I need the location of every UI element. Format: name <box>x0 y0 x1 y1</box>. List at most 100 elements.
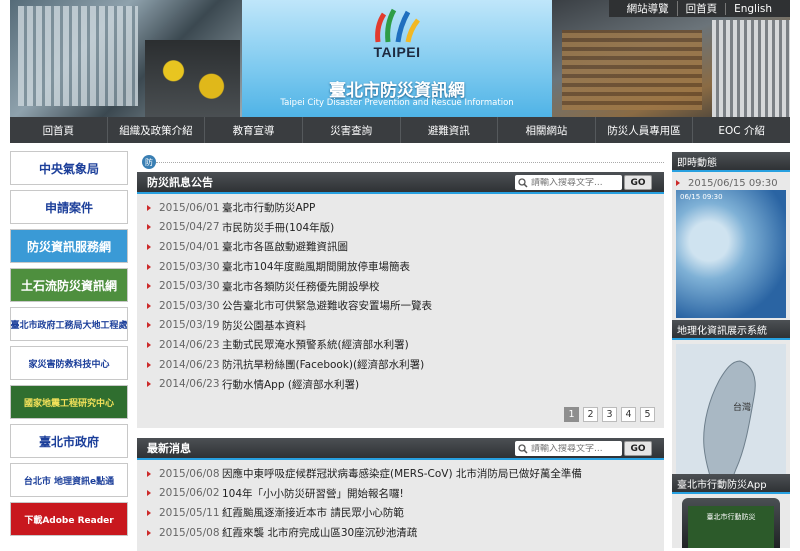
news-panel: 最新消息 GO 2015/06/08因應中東呼吸症候群冠狀病毒感染症(MERS-… <box>137 438 664 551</box>
bullet-icon <box>147 381 151 388</box>
realtime-date: 2015/06/15 09:30 <box>688 177 778 189</box>
link-banner[interactable]: 臺北市政府工務局大地工程處 <box>10 307 128 341</box>
link-banner[interactable]: 土石流防災資訊網 <box>10 268 128 302</box>
list-item[interactable]: 2015/06/01 臺北市行動防災APP <box>147 198 664 218</box>
item-title[interactable]: 紅霞來襲 北市府完成山區30座沉砂池清疏 <box>222 525 417 540</box>
nav-eoc[interactable]: EOC 介紹 <box>693 117 790 143</box>
link-banner[interactable]: 台北市 地理資訊e點通 <box>10 463 128 497</box>
item-title[interactable]: 防災公園基本資料 <box>222 318 306 333</box>
list-item[interactable]: 2014/06/23 行動水情App (經濟部水利署) <box>147 374 664 394</box>
list-item[interactable]: 2014/06/23 主動式民眾淹水預警系統(經濟部水利署) <box>147 335 664 355</box>
item-title[interactable]: 紅霞颱風逐漸接近本市 請民眾小心防範 <box>222 505 404 520</box>
link-banner[interactable]: 下載Adobe Reader <box>10 502 128 536</box>
list-item[interactable]: 2015/03/30 公告臺北市可供緊急避難收容安置場所一覽表 <box>147 296 664 316</box>
news-list: 2015/06/08 因應中東呼吸症候群冠狀病毒感染症(MERS-CoV) 北市消… <box>137 460 664 542</box>
page-button[interactable]: 3 <box>602 407 617 422</box>
bullet-icon <box>147 302 151 309</box>
item-title[interactable]: 防汛抗旱粉絲團(Facebook)(經濟部水利署) <box>222 357 424 372</box>
item-title[interactable]: 行動水情App (經濟部水利署) <box>222 377 359 392</box>
list-item[interactable]: 2015/03/30 臺北市各類防災任務優先開設學校 <box>147 276 664 296</box>
announcement-panel: 防災訊息公告 GO 2015/06/01臺北市行動防災APP2015/04/27… <box>137 172 664 428</box>
link-banner[interactable]: 申請案件 <box>10 190 128 224</box>
list-item[interactable]: 2015/04/01 臺北市各區啟動避難資訊圖 <box>147 237 664 257</box>
link-banner[interactable]: 國家地震工程研究中心 <box>10 385 128 419</box>
nav-evacuation[interactable]: 避難資訊 <box>401 117 499 143</box>
item-title[interactable]: 公告臺北市可供緊急避難收容安置場所一覽表 <box>222 298 432 313</box>
page-button[interactable]: 1 <box>564 407 579 422</box>
app-phone-image[interactable]: 臺北市行動防災 <box>682 498 780 548</box>
news-title: 最新消息 <box>147 442 191 455</box>
taipei-logo-icon[interactable] <box>370 8 424 44</box>
page-button[interactable]: 5 <box>640 407 655 422</box>
item-title[interactable]: 臺北市各區啟動避難資訊圖 <box>222 239 348 254</box>
english-link[interactable]: English <box>725 2 780 15</box>
app-title: 臺北市行動防災App <box>677 479 767 491</box>
news-search-input[interactable] <box>531 443 619 454</box>
list-item[interactable]: 2015/03/19 防災公園基本資料 <box>147 316 664 336</box>
nav-home[interactable]: 回首頁 <box>10 117 108 143</box>
item-title[interactable]: 臺北市104年度颱風期間開放停車場簡表 <box>222 259 410 274</box>
control-room-photo <box>552 0 790 117</box>
link-banner[interactable]: 臺北市政府 <box>10 424 128 458</box>
page: TAIPEI 臺北市防災資訊網 Taipei City Disaster Pre… <box>0 0 800 551</box>
list-item[interactable]: 2015/05/11 紅霞颱風逐漸接近本市 請民眾小心防範 <box>147 503 664 523</box>
home-link[interactable]: 回首頁 <box>676 1 726 16</box>
item-title[interactable]: 104年「小小防災研習營」開始報名囉! <box>222 486 404 501</box>
item-title[interactable]: 主動式民眾淹水預警系統(經濟部水利署) <box>222 337 409 352</box>
bullet-icon <box>147 470 151 477</box>
list-item[interactable]: 2015/05/08 紅霞來襲 北市府完成山區30座沉砂池清疏 <box>147 523 664 543</box>
page-button[interactable]: 4 <box>621 407 636 422</box>
firefighters-photo <box>145 40 240 117</box>
item-date: 2015/04/27 <box>159 221 220 234</box>
list-item[interactable]: 2014/06/23 防汛抗旱粉絲團(Facebook)(經濟部水利署) <box>147 355 664 375</box>
item-title[interactable]: 臺北市行動防災APP <box>222 200 315 215</box>
list-item[interactable]: 2015/04/27 市民防災手冊(104年版) <box>147 218 664 238</box>
bullet-icon <box>147 283 151 290</box>
site-subtitle: Taipei City Disaster Prevention and Resc… <box>280 98 514 108</box>
item-date: 2014/06/23 <box>159 378 220 391</box>
item-date: 2015/03/30 <box>159 260 220 273</box>
bullet-icon <box>147 224 151 231</box>
nav-staff-area[interactable]: 防災人員專用區 <box>596 117 694 143</box>
item-title[interactable]: 市民防災手冊(104年版) <box>222 220 334 235</box>
realtime-header: 即時動態 <box>672 152 790 172</box>
app-body: 臺北市行動防災 <box>672 494 790 548</box>
satellite-image[interactable]: 06/15 09:30 <box>676 190 786 318</box>
nav-education[interactable]: 教育宣導 <box>205 117 303 143</box>
realtime-body: 2015/06/15 09:30 06/15 09:30 <box>672 172 790 322</box>
bullet-icon <box>147 204 151 211</box>
sitemap-link[interactable]: 網站導覽 <box>619 1 677 16</box>
realtime-date-row: 2015/06/15 09:30 <box>676 176 786 190</box>
nav-organization[interactable]: 組織及政策介紹 <box>108 117 206 143</box>
announcement-go-button[interactable]: GO <box>624 175 652 190</box>
app-box: 臺北市行動防災App 臺北市行動防災 <box>672 474 790 548</box>
bullet-icon <box>676 180 680 186</box>
item-date: 2015/03/30 <box>159 299 220 312</box>
link-banner[interactable]: 中央氣象局 <box>10 151 128 185</box>
list-item[interactable]: 2015/06/08 因應中東呼吸症候群冠狀病毒感染症(MERS-CoV) 北市消… <box>147 464 664 484</box>
pagination: 12345 <box>564 407 655 422</box>
bullet-icon <box>147 529 151 536</box>
header-center: TAIPEI 臺北市防災資訊網 Taipei City Disaster Pre… <box>242 0 552 117</box>
list-item[interactable]: 2015/06/02 104年「小小防災研習營」開始報名囉! <box>147 484 664 504</box>
item-date: 2015/05/11 <box>159 506 220 519</box>
list-item[interactable]: 2015/03/30 臺北市104年度颱風期間開放停車場簡表 <box>147 257 664 277</box>
item-title[interactable]: 臺北市各類防災任務優先開設學校 <box>222 279 380 294</box>
item-date: 2015/03/19 <box>159 319 220 332</box>
news-go-button[interactable]: GO <box>624 441 652 456</box>
gis-header: 地理化資訊展示系統 <box>672 320 790 340</box>
link-banner[interactable]: 防災資訊服務網 <box>10 229 128 263</box>
page-button[interactable]: 2 <box>583 407 598 422</box>
news-search <box>515 441 622 456</box>
map-label: 台灣 <box>733 403 752 413</box>
announcement-list: 2015/06/01 臺北市行動防災APP 2015/04/27 市民防災手冊(104… <box>137 194 664 394</box>
announcement-search-input[interactable] <box>531 177 619 188</box>
bullet-icon <box>147 490 151 497</box>
logo-text: TAIPEI <box>373 44 421 60</box>
nav-related-sites[interactable]: 相關網站 <box>498 117 596 143</box>
announcement-search <box>515 175 622 190</box>
item-date: 2015/04/01 <box>159 240 220 253</box>
item-title[interactable]: 因應中東呼吸症候群冠狀病毒感染症(MERS-CoV) 北市消防局已做好萬全準備 <box>222 466 582 481</box>
link-banner[interactable]: 家災害防救科技中心 <box>10 346 128 380</box>
nav-disaster-query[interactable]: 災害查詢 <box>303 117 401 143</box>
